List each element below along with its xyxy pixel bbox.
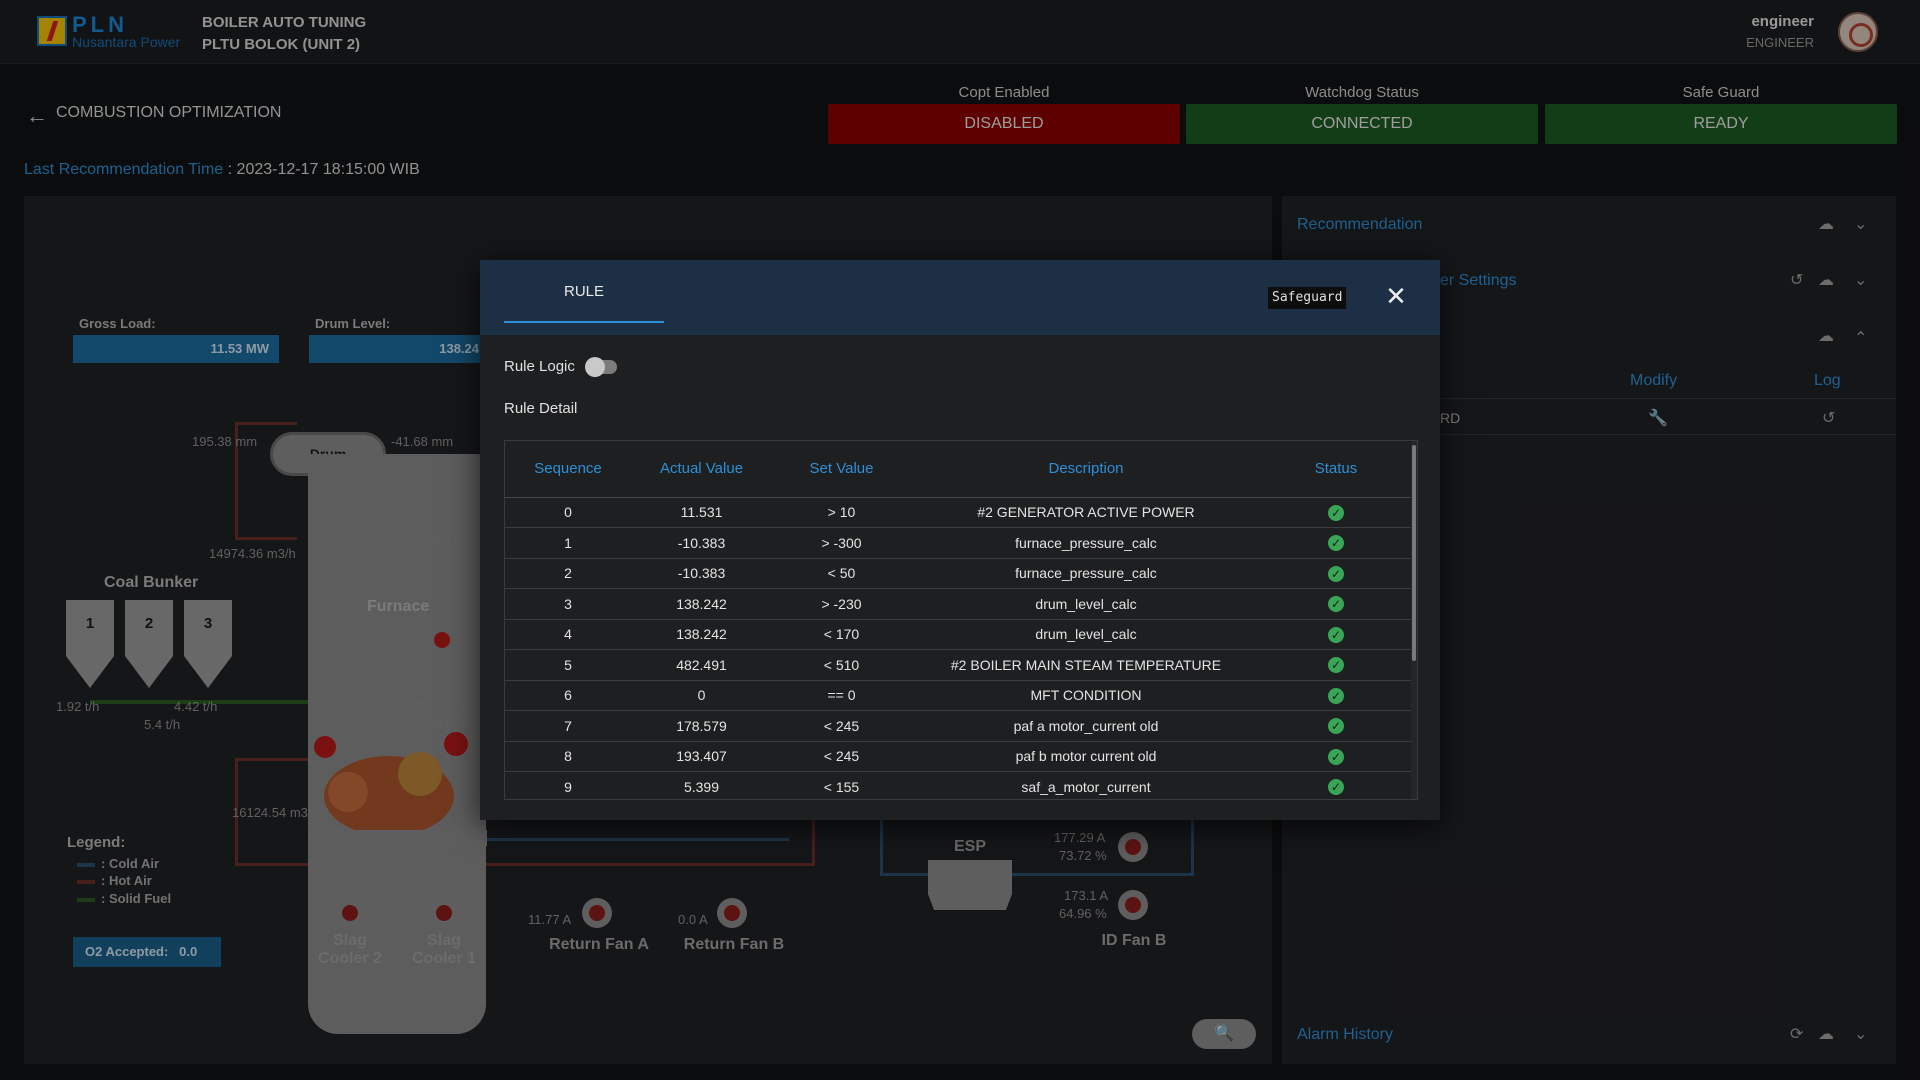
cell-sequence: 6 xyxy=(505,680,631,711)
cell-actual-value: -10.383 xyxy=(631,558,772,589)
cell-description: paf b motor current old xyxy=(911,741,1261,772)
table-row: 9 5.399 < 155 saf_a_motor_current ✓ xyxy=(505,771,1411,799)
cell-description: MFT CONDITION xyxy=(911,680,1261,711)
cell-sequence: 1 xyxy=(505,527,631,559)
table-row: 1 -10.383 > -300 furnace_pressure_calc ✓ xyxy=(505,527,1411,559)
cell-status: ✓ xyxy=(1261,619,1411,650)
cell-set-value: == 0 xyxy=(772,680,911,711)
cell-description: #2 GENERATOR ACTIVE POWER xyxy=(911,497,1261,528)
cell-actual-value: 178.579 xyxy=(631,710,772,742)
cell-sequence: 3 xyxy=(505,588,631,620)
rule-modal: RULE Safeguard ✕ Rule Logic Rule Detail … xyxy=(480,260,1440,820)
cell-status: ✓ xyxy=(1261,649,1411,681)
cell-status: ✓ xyxy=(1261,710,1411,742)
cell-actual-value: 482.491 xyxy=(631,649,772,681)
cell-actual-value: 138.242 xyxy=(631,619,772,650)
check-circle-icon: ✓ xyxy=(1328,626,1344,643)
cell-description: #2 BOILER MAIN STEAM TEMPERATURE xyxy=(911,649,1261,681)
cell-set-value: < 50 xyxy=(772,558,911,589)
table-row: 0 11.531 > 10 #2 GENERATOR ACTIVE POWER ✓ xyxy=(505,497,1411,528)
cell-description: furnace_pressure_calc xyxy=(911,558,1261,589)
cell-actual-value: 138.242 xyxy=(631,588,772,620)
cell-sequence: 0 xyxy=(505,497,631,528)
cell-actual-value: -10.383 xyxy=(631,527,772,559)
check-circle-icon: ✓ xyxy=(1328,779,1344,796)
table-row: 2 -10.383 < 50 furnace_pressure_calc ✓ xyxy=(505,558,1411,589)
cell-set-value: < 245 xyxy=(772,741,911,772)
cell-status: ✓ xyxy=(1261,771,1411,799)
cell-description: furnace_pressure_calc xyxy=(911,527,1261,559)
rule-logic-toggle[interactable] xyxy=(585,357,617,377)
cell-status: ✓ xyxy=(1261,527,1411,559)
check-circle-icon: ✓ xyxy=(1328,596,1344,613)
cell-description: saf_a_motor_current xyxy=(911,771,1261,799)
cell-set-value: < 155 xyxy=(772,771,911,799)
rule-logic-label: Rule Logic xyxy=(504,358,575,375)
cell-set-value: < 170 xyxy=(772,619,911,650)
column-header: Set Value xyxy=(772,441,911,498)
cell-set-value: > 10 xyxy=(772,497,911,528)
cell-description: drum_level_calc xyxy=(911,588,1261,620)
check-circle-icon: ✓ xyxy=(1328,748,1344,765)
cell-set-value: > -230 xyxy=(772,588,911,620)
check-circle-icon: ✓ xyxy=(1328,504,1344,521)
modal-header: RULE Safeguard ✕ xyxy=(480,260,1440,335)
cell-sequence: 4 xyxy=(505,619,631,650)
cell-actual-value: 5.399 xyxy=(631,771,772,799)
column-header: Status xyxy=(1261,441,1411,498)
cell-set-value: < 245 xyxy=(772,710,911,742)
table-scrollbar-thumb[interactable] xyxy=(1412,445,1416,661)
cell-sequence: 7 xyxy=(505,710,631,742)
cell-status: ✓ xyxy=(1261,741,1411,772)
rule-detail-table-container[interactable]: Sequence Actual Value Set Value Descript… xyxy=(504,440,1418,800)
cell-sequence: 9 xyxy=(505,771,631,799)
cell-actual-value: 11.531 xyxy=(631,497,772,528)
check-circle-icon: ✓ xyxy=(1328,535,1344,552)
column-header: Actual Value xyxy=(631,441,772,498)
cell-sequence: 5 xyxy=(505,649,631,681)
cell-sequence: 8 xyxy=(505,741,631,772)
column-header: Description xyxy=(911,441,1261,498)
cell-actual-value: 193.407 xyxy=(631,741,772,772)
check-circle-icon: ✓ xyxy=(1328,718,1344,735)
cell-status: ✓ xyxy=(1261,497,1411,528)
cell-actual-value: 0 xyxy=(631,680,772,711)
check-circle-icon: ✓ xyxy=(1328,687,1344,704)
check-circle-icon: ✓ xyxy=(1328,657,1344,674)
cell-set-value: < 510 xyxy=(772,649,911,681)
cell-set-value: > -300 xyxy=(772,527,911,559)
table-row: 3 138.242 > -230 drum_level_calc ✓ xyxy=(505,588,1411,620)
column-header: Sequence xyxy=(505,441,631,498)
rule-detail-label: Rule Detail xyxy=(504,400,578,417)
cell-description: paf a motor_current old xyxy=(911,710,1261,742)
table-row: 4 138.242 < 170 drum_level_calc ✓ xyxy=(505,619,1411,650)
table-row: 8 193.407 < 245 paf b motor current old ✓ xyxy=(505,741,1411,772)
cell-sequence: 2 xyxy=(505,558,631,589)
table-row: 5 482.491 < 510 #2 BOILER MAIN STEAM TEMPER… xyxy=(505,649,1411,681)
tab-rule[interactable]: RULE xyxy=(504,260,664,323)
rule-detail-table: Sequence Actual Value Set Value Descript… xyxy=(505,441,1411,799)
cell-status: ✓ xyxy=(1261,558,1411,589)
cell-status: ✓ xyxy=(1261,588,1411,620)
safeguard-badge: Safeguard xyxy=(1268,287,1347,309)
check-circle-icon: ✓ xyxy=(1328,565,1344,582)
cell-status: ✓ xyxy=(1261,680,1411,711)
close-icon[interactable]: ✕ xyxy=(1380,280,1412,312)
table-header-row: Sequence Actual Value Set Value Descript… xyxy=(505,441,1411,498)
table-row: 7 178.579 < 245 paf a motor_current old ✓ xyxy=(505,710,1411,742)
table-row: 6 0 == 0 MFT CONDITION ✓ xyxy=(505,680,1411,711)
cell-description: drum_level_calc xyxy=(911,619,1261,650)
